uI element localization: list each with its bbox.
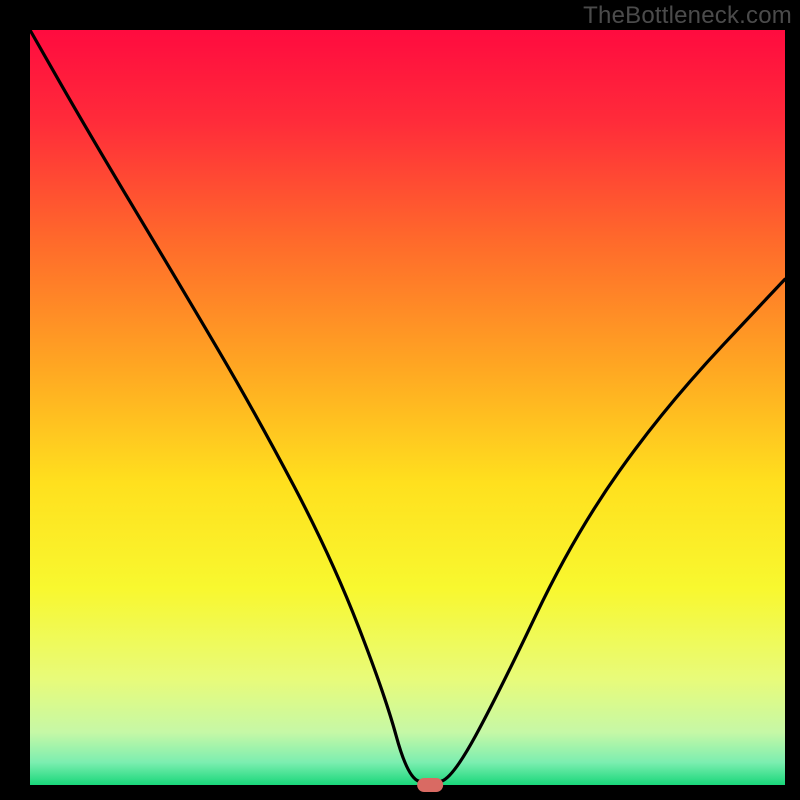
bottleneck-chart bbox=[0, 0, 800, 800]
plot-background bbox=[30, 30, 785, 785]
optimal-marker bbox=[417, 778, 443, 792]
chart-frame: { "watermark": "TheBottleneck.com", "cha… bbox=[0, 0, 800, 800]
watermark-text: TheBottleneck.com bbox=[583, 2, 792, 30]
